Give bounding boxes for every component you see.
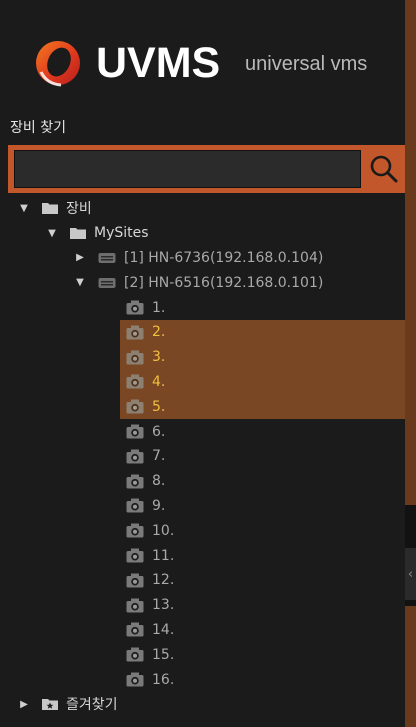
- camera-icon: [126, 399, 144, 414]
- tree-node-camera[interactable]: 6.: [0, 419, 405, 444]
- camera-icon: [126, 548, 144, 563]
- tree-node-mysites[interactable]: ▼ MySites: [0, 221, 405, 246]
- tree-node-camera[interactable]: 8.: [0, 469, 405, 494]
- tree-node-label: 5.: [152, 398, 166, 415]
- search-title: 장비 찾기: [10, 120, 66, 136]
- camera-icon: [126, 474, 144, 489]
- camera-icon: [126, 300, 144, 315]
- camera-icon: [126, 523, 144, 538]
- tree-node-camera[interactable]: 13.: [0, 593, 405, 618]
- search-button[interactable]: [365, 150, 403, 188]
- tree-node-camera[interactable]: 7.: [0, 444, 405, 469]
- expand-arrow-icon[interactable]: ▼: [74, 277, 86, 289]
- tree-node-camera[interactable]: 2.: [120, 319, 405, 345]
- tree-node-label: 8.: [152, 473, 166, 490]
- collapse-arrow-icon[interactable]: ▶: [18, 698, 30, 710]
- tree-node-camera[interactable]: 5.: [120, 394, 405, 420]
- expand-arrow-icon[interactable]: ▼: [18, 202, 30, 214]
- tree-node-camera[interactable]: 16.: [0, 667, 405, 692]
- camera-icon: [126, 622, 144, 637]
- tree-node-camera[interactable]: 3.: [120, 344, 405, 370]
- device-tree: ▼ 장비 ▼ MySites ▶ [1] HN-6736(192.168.0.1…: [0, 196, 405, 717]
- tree-node-label: 11.: [152, 547, 175, 564]
- camera-icon: [126, 350, 144, 365]
- tree-node-camera[interactable]: 9.: [0, 494, 405, 519]
- recorder-icon: [98, 251, 116, 265]
- panel-collapse-handle[interactable]: ‹: [405, 548, 416, 600]
- favorites-folder-icon: [42, 698, 58, 711]
- camera-icon: [126, 424, 144, 439]
- tree-node-label: 6.: [152, 423, 166, 440]
- brand-tagline: universal vms: [245, 53, 368, 75]
- collapse-arrow-icon[interactable]: ▶: [74, 252, 86, 264]
- logo-ring-icon: [36, 41, 80, 87]
- camera-icon: [126, 598, 144, 613]
- tree-node-label: 4.: [152, 373, 166, 390]
- tree-node-label: 2.: [152, 324, 166, 341]
- camera-icon: [126, 647, 144, 662]
- device-panel: UVMS universal vms 장비 찾기 ▼ 장비 ▼ MySites …: [0, 0, 405, 727]
- camera-icon: [126, 498, 144, 513]
- tree-node-camera[interactable]: 15.: [0, 642, 405, 667]
- tree-node-camera[interactable]: 12.: [0, 568, 405, 593]
- tree-node-label: 14.: [152, 621, 175, 638]
- tree-node-camera[interactable]: 4.: [120, 369, 405, 395]
- brand-name: UVMS: [96, 39, 221, 87]
- camera-icon: [126, 449, 144, 464]
- accent-bar: [405, 0, 416, 505]
- tree-node-recorder[interactable]: ▼ [2] HN-6516(192.168.0.101): [0, 270, 405, 295]
- expand-arrow-icon[interactable]: ▼: [46, 227, 58, 239]
- camera-icon: [126, 325, 144, 340]
- recorder-icon: [98, 276, 116, 290]
- tree-node-label: 3.: [152, 349, 166, 366]
- tree-node-label: 15.: [152, 646, 175, 663]
- tree-node-label: 1.: [152, 299, 166, 316]
- camera-icon: [126, 672, 144, 687]
- accent-bar: [405, 606, 416, 727]
- folder-icon: [70, 227, 86, 240]
- tree-node-label: 10.: [152, 522, 175, 539]
- search-input[interactable]: [14, 150, 361, 188]
- tree-node-label: 장비: [66, 201, 92, 218]
- folder-icon: [42, 202, 58, 215]
- camera-icon: [126, 374, 144, 389]
- tree-node-camera[interactable]: 1.: [0, 295, 405, 320]
- tree-node-label: 7.: [152, 448, 166, 465]
- search-icon: [370, 155, 398, 183]
- tree-node-favorites[interactable]: ▶ 즐겨찾기: [0, 692, 405, 717]
- chevron-left-icon: ‹: [407, 566, 414, 582]
- tree-node-label: 16.: [152, 671, 175, 688]
- right-edge-strip: [405, 0, 416, 727]
- tree-node-camera[interactable]: 10.: [0, 518, 405, 543]
- tree-node-camera[interactable]: 11.: [0, 543, 405, 568]
- camera-icon: [126, 573, 144, 588]
- tree-node-label: 9.: [152, 497, 166, 514]
- tree-node-label: 13.: [152, 597, 175, 614]
- tree-node-label: 12.: [152, 572, 175, 589]
- tree-node-label: 즐겨찾기: [66, 697, 118, 714]
- tree-node-label: [2] HN-6516(192.168.0.101): [124, 274, 324, 291]
- tree-node-recorder[interactable]: ▶ [1] HN-6736(192.168.0.104): [0, 246, 405, 271]
- tree-node-label: MySites: [94, 225, 149, 242]
- tree-node-label: [1] HN-6736(192.168.0.104): [124, 249, 324, 266]
- tree-node-devices[interactable]: ▼ 장비: [0, 196, 405, 221]
- search-bar: [8, 145, 405, 193]
- tree-node-camera[interactable]: 14.: [0, 618, 405, 643]
